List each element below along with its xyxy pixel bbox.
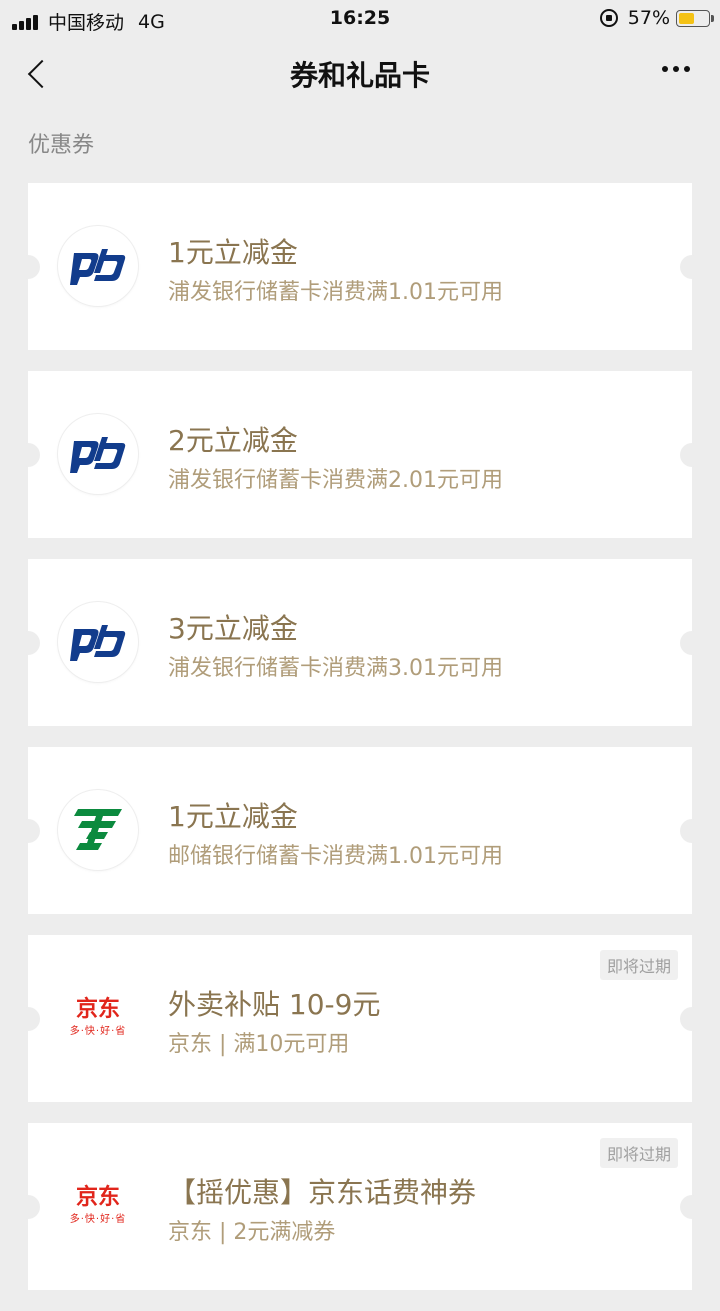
jd-logo-tagline: 多·快·好·省 <box>69 1026 127 1037</box>
coupon-subtitle: 浦发银行储蓄卡消费满2.01元可用 <box>168 468 503 493</box>
psbc-logo-icon <box>58 790 138 870</box>
coupon-card[interactable]: 3元立减金 浦发银行储蓄卡消费满3.01元可用 <box>16 559 704 726</box>
coupon-card[interactable]: 京东 多·快·好·省 即将过期 【摇优惠】京东话费神券 京东 | 2元满减券 <box>16 1123 704 1290</box>
more-dots-icon <box>662 66 668 72</box>
back-button[interactable] <box>24 56 54 92</box>
nav-bar: 券和礼品卡 <box>0 40 720 108</box>
expiring-badge: 即将过期 <box>599 1138 678 1168</box>
jd-logo-icon: 京东 多·快·好·省 <box>58 978 138 1058</box>
more-button[interactable] <box>657 66 690 72</box>
status-bar: 中国移动 4G 16:25 57% <box>0 0 720 40</box>
coupon-list: 1元立减金 浦发银行储蓄卡消费满1.01元可用 2元立减金 浦发银行储蓄卡消费满… <box>16 183 704 1311</box>
spdb-logo-icon <box>58 226 138 306</box>
jd-logo-icon: 京东 多·快·好·省 <box>58 1166 138 1246</box>
rotation-lock-icon <box>599 9 618 27</box>
coupon-card[interactable]: 1元立减金 邮储银行储蓄卡消费满1.01元可用 <box>16 747 704 914</box>
page-title: 券和礼品卡 <box>289 59 430 92</box>
spdb-logo-icon <box>58 414 138 494</box>
jd-logo-text: 京东 <box>75 997 120 1022</box>
coupon-subtitle: 浦发银行储蓄卡消费满1.01元可用 <box>168 280 503 305</box>
spdb-logo-icon <box>58 602 138 682</box>
coupon-subtitle: 京东 | 2元满减券 <box>168 1220 336 1245</box>
battery-level <box>679 12 694 24</box>
coupon-title: 3元立减金 <box>168 612 298 645</box>
expiring-badge: 即将过期 <box>599 950 678 980</box>
coupon-card[interactable]: 2元立减金 浦发银行储蓄卡消费满2.01元可用 <box>16 371 704 538</box>
coupon-subtitle: 京东 | 满10元可用 <box>168 1032 350 1057</box>
coupon-title: 1元立减金 <box>168 800 298 833</box>
coupon-subtitle: 浦发银行储蓄卡消费满3.01元可用 <box>168 656 503 681</box>
jd-logo-text: 京东 <box>75 1185 120 1210</box>
coupon-title: 1元立减金 <box>168 236 298 269</box>
jd-logo-tagline: 多·快·好·省 <box>69 1214 127 1225</box>
coupon-title: 【摇优惠】京东话费神券 <box>168 1176 477 1209</box>
coupon-subtitle: 邮储银行储蓄卡消费满1.01元可用 <box>168 844 503 869</box>
battery-icon <box>676 9 714 27</box>
battery-percent: 57% <box>627 7 670 29</box>
coupon-title: 2元立减金 <box>168 424 298 457</box>
coupon-title: 外卖补贴 10-9元 <box>168 988 381 1021</box>
coupon-card[interactable]: 京东 多·快·好·省 即将过期 外卖补贴 10-9元 京东 | 满10元可用 <box>16 935 704 1102</box>
section-title: 优惠券 <box>28 133 95 158</box>
coupon-card[interactable]: 1元立减金 浦发银行储蓄卡消费满1.01元可用 <box>16 183 704 350</box>
